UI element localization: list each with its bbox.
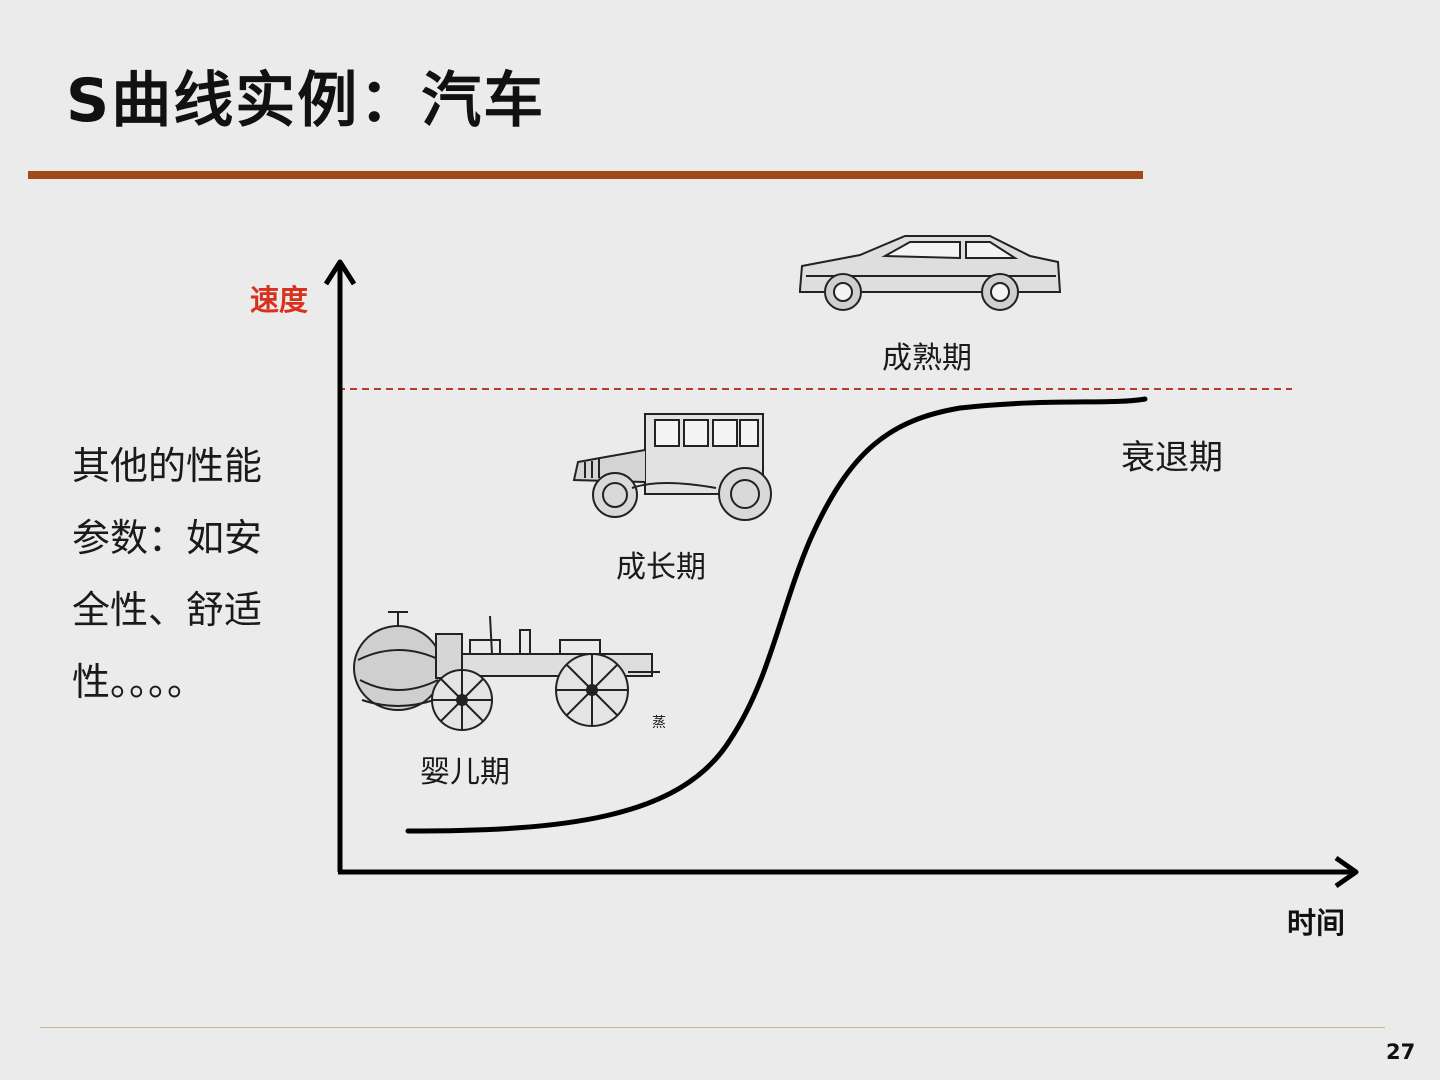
steam-carriage-icon [353,611,660,731]
stage-label-growth: 成长期 [616,550,706,585]
x-axis [338,855,1359,889]
stage-label-maturity: 成熟期 [882,341,972,376]
slide: S曲线实例：汽车 其他的性能 参数：如安 全性、舒适 性。。。。 蒸 速度 时间… [0,0,1440,1080]
modern-sedan-icon [799,235,1062,311]
vintage-car-icon [572,413,772,521]
s-curve [405,396,1148,834]
x-axis-label: 时间 [1287,906,1346,940]
page-number: 27 [1386,1040,1416,1064]
small-mark: 蒸 [652,715,666,731]
stage-label-infancy: 婴儿期 [420,755,510,790]
y-axis [323,259,357,872]
footer-divider [40,1027,1385,1028]
stage-label-decline: 衰退期 [1121,438,1223,478]
s-curve-diagram: 蒸 [323,235,1359,889]
y-axis-label: 速度 [250,283,309,317]
